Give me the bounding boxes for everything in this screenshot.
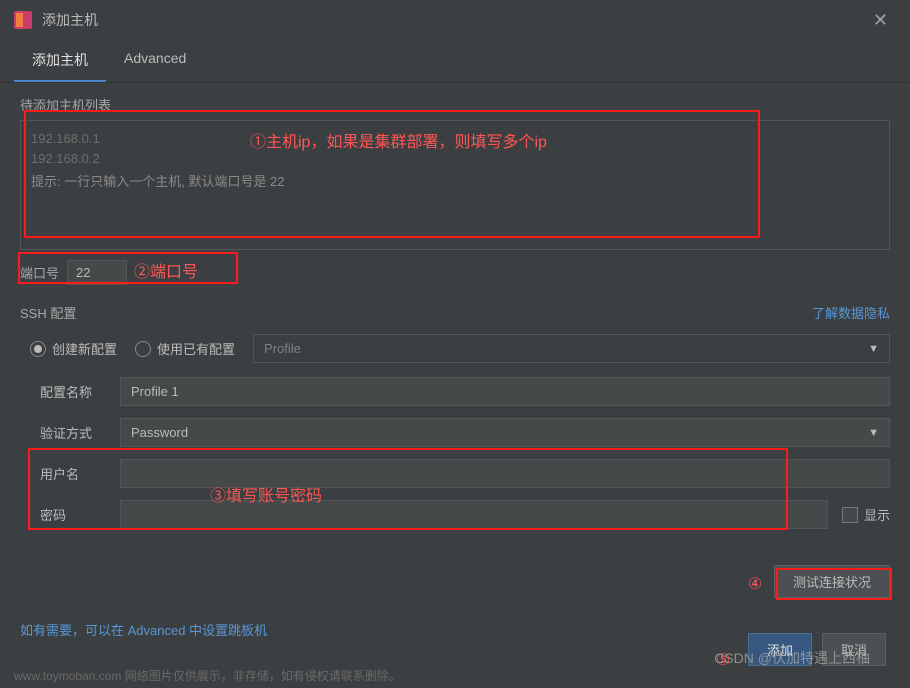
credentials-area: 用户名 密码 显示 [20,459,890,529]
port-row: 端口号 [20,260,890,285]
show-password-toggle[interactable]: 显示 [842,505,890,524]
chevron-down-icon: ▼ [868,343,879,355]
profile-select[interactable]: Profile ▼ [253,334,890,363]
config-name-input[interactable] [120,377,890,406]
footer-note: www.toymoban.com 网络图片仅供展示，非存储，如有侵权请联系删除。 [14,667,401,684]
titlebar: 添加主机 ✕ [0,0,910,40]
test-connection-button[interactable]: 测试连接状况 [774,565,890,598]
ssh-header: SSH 配置 了解数据隐私 [20,303,890,322]
chevron-down-icon: ▼ [868,427,879,439]
add-button[interactable]: 添加 [748,633,812,666]
test-button-row: 测试连接状况 [20,565,890,598]
radio-new-label: 创建新配置 [52,339,117,358]
hostlist-line-2: 192.168.0.2 [31,149,879,169]
ssh-config-radios: 创建新配置 使用已有配置 Profile ▼ [20,334,890,363]
password-row: 密码 显示 [40,500,890,529]
port-input[interactable] [67,260,127,285]
password-label: 密码 [40,505,120,524]
profile-placeholder: Profile [264,341,301,356]
ssh-title: SSH 配置 [20,303,76,322]
password-input[interactable] [120,500,828,529]
port-label: 端口号 [20,263,59,282]
app-icon [14,11,32,29]
tab-add-host[interactable]: 添加主机 [14,40,106,82]
auth-method-row: 验证方式 Password ▼ [20,418,890,447]
auth-method-label: 验证方式 [40,423,120,442]
hostlist-label: 待添加主机列表 [20,95,890,114]
hostlist-textarea[interactable]: 192.168.0.1 192.168.0.2 提示: 一行只输入一个主机, 默… [20,120,890,250]
radio-existing-label: 使用已有配置 [157,339,235,358]
window-title: 添加主机 [42,10,98,30]
auth-method-select[interactable]: Password ▼ [120,418,890,447]
hostlist-line-1: 192.168.0.1 [31,129,879,149]
tab-bar: 添加主机 Advanced [0,40,910,83]
close-icon[interactable]: ✕ [865,6,896,35]
content-area: 待添加主机列表 192.168.0.1 192.168.0.2 提示: 一行只输… [0,83,910,651]
radio-new-config[interactable]: 创建新配置 [30,339,117,358]
radio-existing-config[interactable]: 使用已有配置 [135,339,235,358]
username-input[interactable] [120,459,890,488]
privacy-link[interactable]: 了解数据隐私 [812,303,890,322]
username-label: 用户名 [40,464,120,483]
show-label: 显示 [864,505,890,524]
tab-advanced[interactable]: Advanced [106,40,204,82]
config-name-label: 配置名称 [40,382,120,401]
cancel-button[interactable]: 取消 [822,633,886,666]
radio-icon [30,341,46,357]
dialog-buttons: 添加 取消 [724,619,910,680]
checkbox-icon [842,507,858,523]
config-name-row: 配置名称 [20,377,890,406]
radio-icon [135,341,151,357]
username-row: 用户名 [40,459,890,488]
hostlist-hint: 提示: 一行只输入一个主机, 默认端口号是 22 [31,171,879,190]
auth-method-value: Password [131,425,188,440]
